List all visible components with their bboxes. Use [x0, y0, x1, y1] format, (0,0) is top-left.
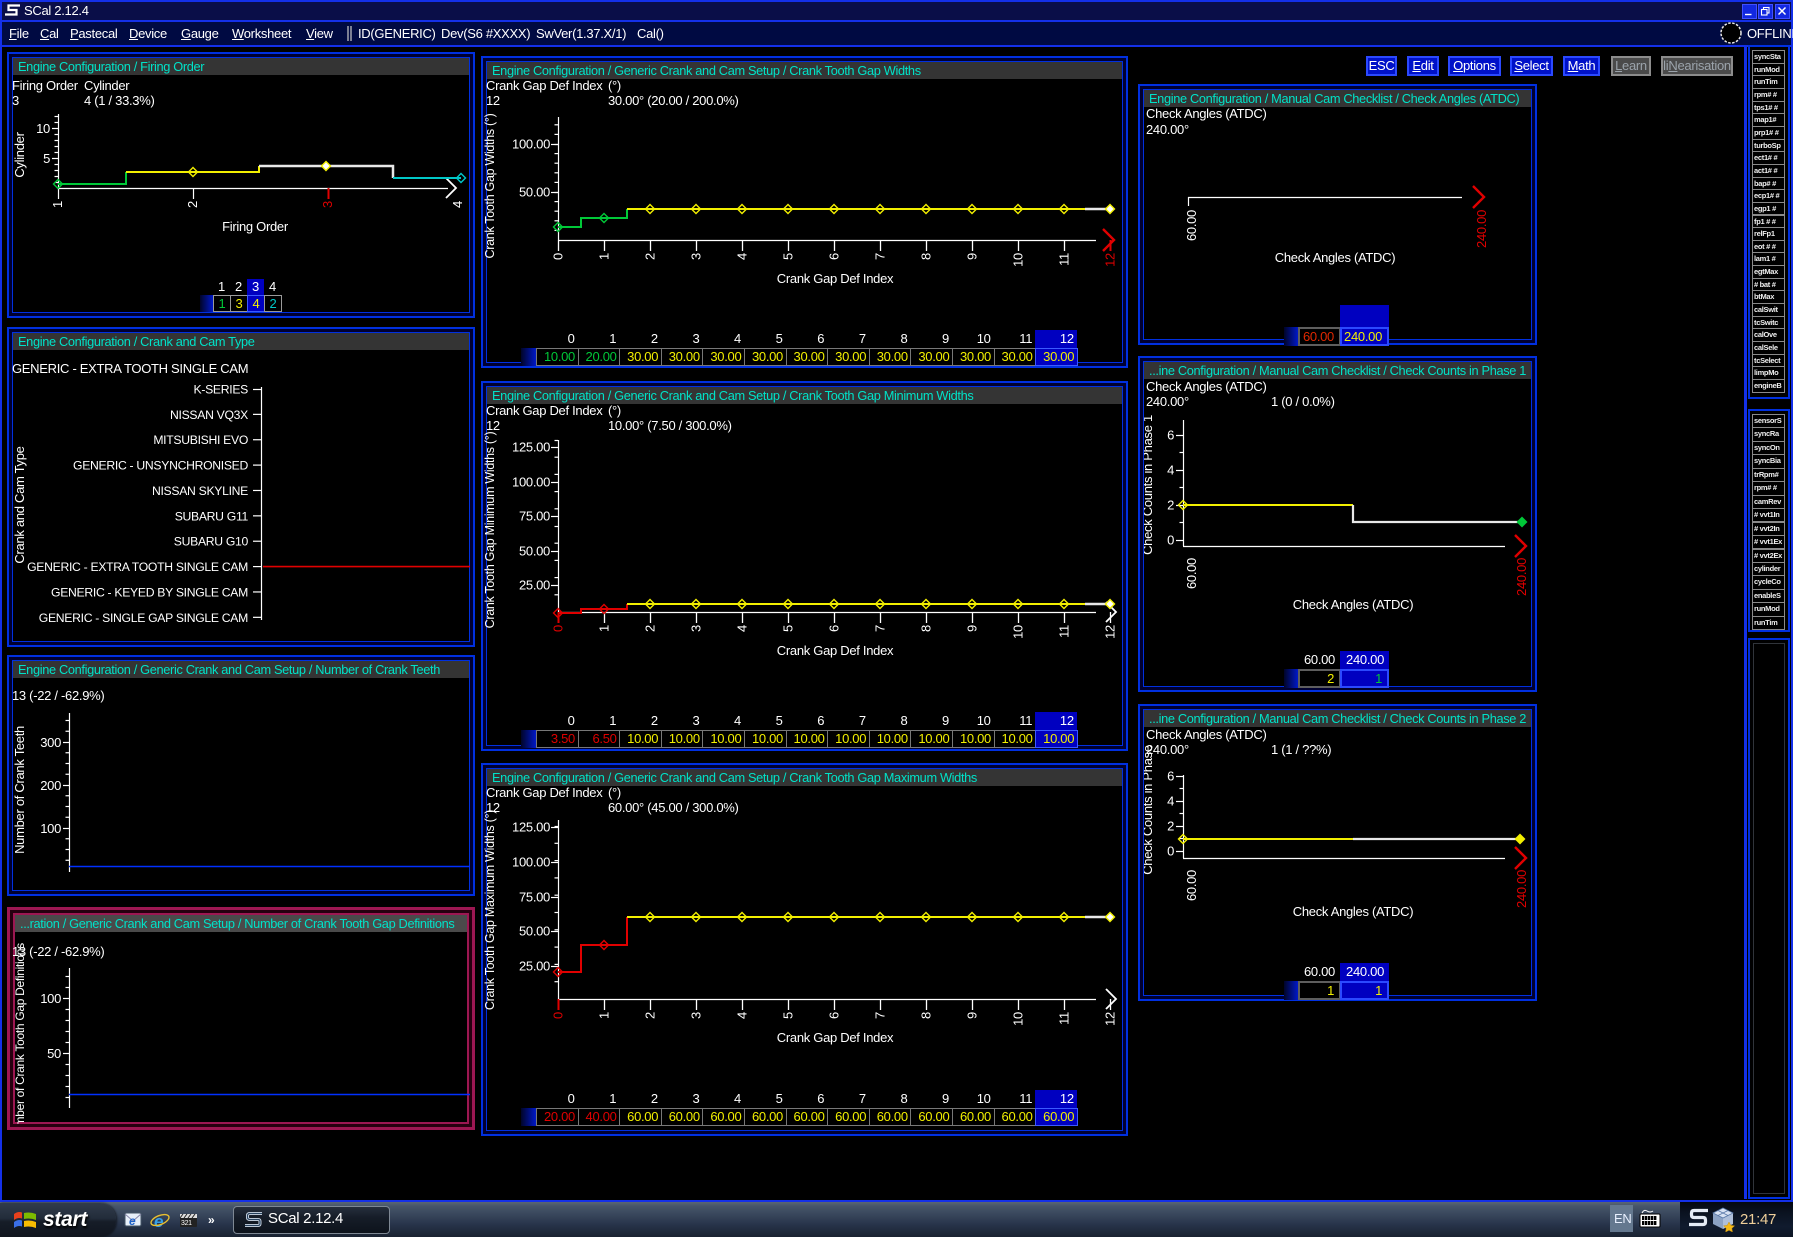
- svg-text:321: 321: [181, 1220, 192, 1227]
- svg-text:»: »: [208, 1213, 215, 1227]
- svg-text:e: e: [129, 1214, 136, 1228]
